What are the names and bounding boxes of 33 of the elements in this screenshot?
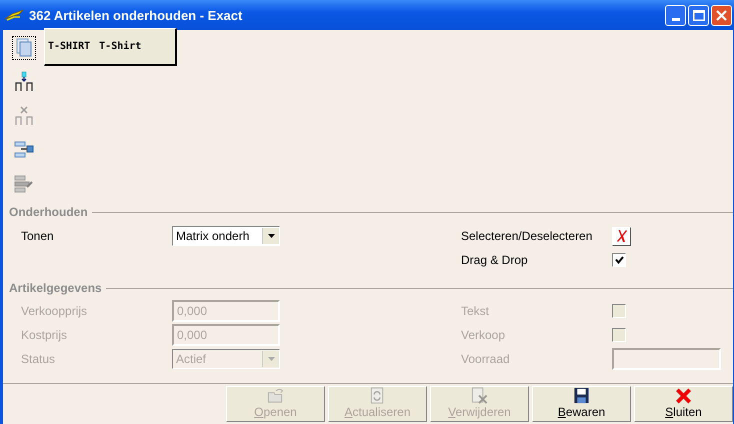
field-label: Drag & Drop (461, 253, 529, 267)
floppy-icon (572, 387, 591, 404)
checkbox[interactable] (612, 253, 626, 267)
field-label: Selecteren/Deselecteren (461, 229, 594, 243)
section-title: Onderhouden (9, 205, 88, 219)
field-label: Voorraad (461, 352, 511, 366)
caret-icon (268, 234, 274, 238)
field-label: Tekst (461, 304, 490, 318)
minimize-icon (672, 18, 680, 20)
close-icon (716, 10, 727, 20)
cross-icon (616, 229, 626, 243)
close-icon (674, 387, 693, 404)
caret-icon (268, 357, 274, 361)
folder-icon (266, 387, 285, 404)
field-label: Verkoop (461, 328, 506, 342)
dropdown[interactable]: Matrix onderh (172, 226, 280, 246)
tree-node[interactable]: T-SHIRT T-Shirt (44, 28, 177, 66)
maximize-icon (692, 10, 704, 20)
toolbar-button[interactable]: Bewaren (532, 386, 631, 422)
window-title: 362 Artikelen onderhouden - Exact (29, 8, 244, 22)
section-title: Artikelgegevens (9, 281, 102, 295)
field-label: Status (21, 352, 56, 366)
field-label: Kostprijs (21, 328, 68, 342)
maximize-button[interactable] (688, 4, 709, 26)
delete-icon (470, 387, 489, 404)
tree-add-icon[interactable] (12, 71, 34, 93)
minimize-button[interactable] (665, 4, 686, 26)
field-label: Verkoopprijs (21, 304, 88, 318)
app-icon (4, 9, 24, 21)
close-button[interactable] (711, 4, 732, 26)
deselect-button[interactable] (612, 226, 631, 246)
field-label: Tonen (21, 229, 55, 243)
toolbar-button[interactable]: Sluiten (634, 386, 733, 422)
